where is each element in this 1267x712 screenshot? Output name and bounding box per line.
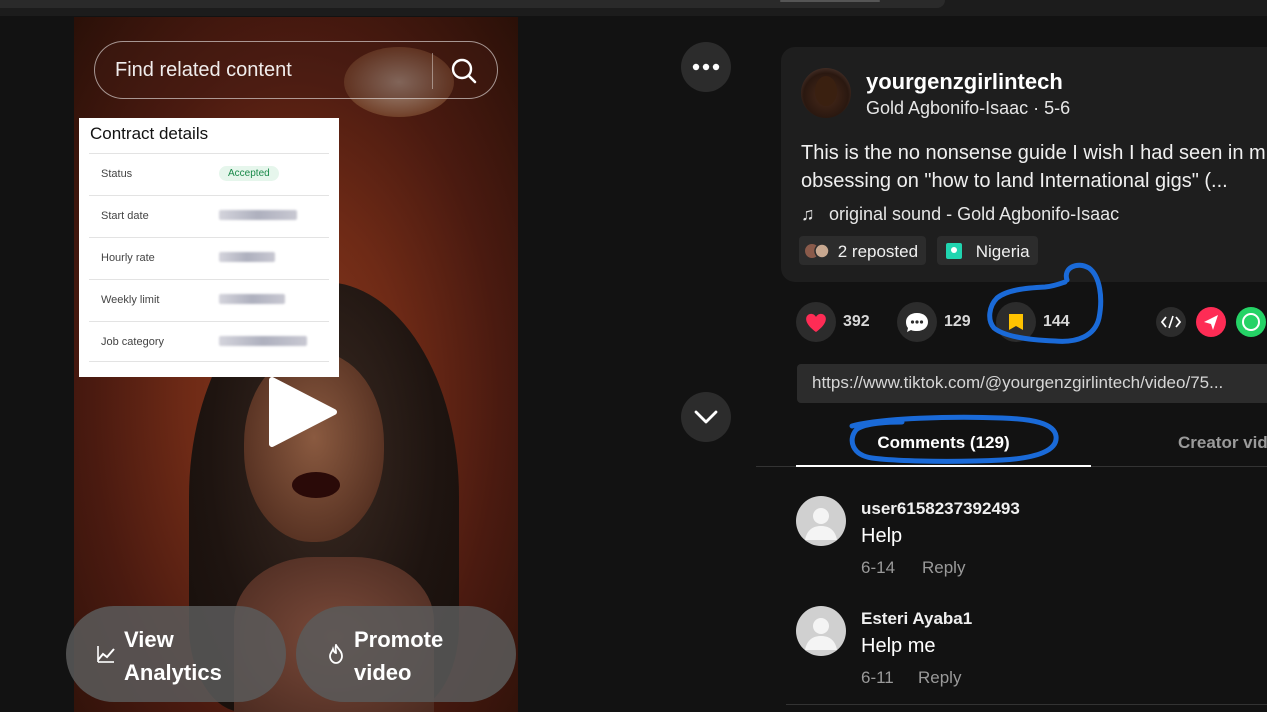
view-analytics-label: View Analytics <box>124 627 222 685</box>
reposter-avatars-icon <box>805 243 830 259</box>
contract-row-label: Weekly limit <box>101 294 160 306</box>
location-pin-icon <box>946 243 962 259</box>
author-username[interactable]: yourgenzgirlintech <box>866 69 1063 95</box>
contract-row-label: Job category <box>101 336 164 348</box>
comment-action[interactable]: 129 <box>897 302 987 342</box>
location-chip[interactable]: Nigeria <box>937 236 1038 265</box>
flame-icon <box>329 644 343 664</box>
share-url-text[interactable]: https://www.tiktok.com/@yourgenzgirlinte… <box>812 373 1223 393</box>
blurred-value <box>219 210 297 220</box>
comment-item: user6158237392493 Help 6-14 Reply <box>796 496 1266 586</box>
commenter-username[interactable]: user6158237392493 <box>861 499 1020 519</box>
like-count: 392 <box>843 313 870 330</box>
contract-row-label: Status <box>101 168 133 180</box>
commenter-avatar[interactable] <box>796 496 846 546</box>
person-mouth <box>292 472 340 498</box>
promote-video-button[interactable]: Promote video <box>296 606 516 702</box>
share-url-field[interactable]: https://www.tiktok.com/@yourgenzgirlinte… <box>797 364 1267 403</box>
commenter-avatar[interactable] <box>796 606 846 656</box>
location-label: Nigeria <box>975 242 1030 261</box>
contract-row-status: Status Accepted <box>89 153 329 194</box>
heart-icon[interactable] <box>796 302 836 342</box>
promote-video-label: Promote video <box>354 627 444 685</box>
tab-creator-videos[interactable]: Creator vid <box>1178 433 1267 453</box>
save-action[interactable]: 144 <box>996 302 1086 342</box>
search-icon[interactable] <box>450 57 478 85</box>
comment-count: 129 <box>944 313 971 330</box>
save-count: 144 <box>1043 313 1070 330</box>
analytics-icon <box>97 646 115 663</box>
tab-comments-label: Comments (129) <box>877 433 1010 452</box>
reposted-chip[interactable]: 2 reposted <box>799 236 927 265</box>
play-icon[interactable] <box>262 374 342 450</box>
search-placeholder[interactable]: Find related content <box>115 59 292 82</box>
contract-details-card: Contract details Status Accepted Start d… <box>79 118 339 377</box>
reposted-label: 2 reposted <box>837 242 919 261</box>
browser-tab-indicator <box>780 0 880 2</box>
whatsapp-icon <box>1242 313 1260 331</box>
contract-row-weekly-limit: Weekly limit <box>89 279 329 320</box>
more-dots-icon <box>692 63 720 71</box>
blurred-value <box>219 252 275 262</box>
comment-date: 6-11 <box>861 668 894 687</box>
author-avatar[interactable] <box>801 68 851 118</box>
reply-button[interactable]: Reply <box>918 668 961 688</box>
find-related-search[interactable]: Find related content <box>94 41 498 99</box>
contract-row-label: Start date <box>101 210 149 222</box>
comment-text: Help <box>861 525 903 547</box>
chevron-down-icon <box>694 410 718 424</box>
search-divider <box>432 53 433 89</box>
comment-text: Help me <box>861 635 936 657</box>
sound-name: original sound - Gold Agbonifo-Isaac <box>829 204 1120 224</box>
contract-row-label: Hourly rate <box>101 252 155 264</box>
contract-card-title: Contract details <box>90 124 209 143</box>
commenter-username[interactable]: Esteri Ayaba1 <box>861 609 972 629</box>
blurred-value <box>219 336 307 346</box>
contract-row-start-date: Start date <box>89 195 329 236</box>
status-badge: Accepted <box>219 166 279 181</box>
next-video-button[interactable] <box>681 392 731 442</box>
embed-button[interactable] <box>1156 307 1186 337</box>
like-action[interactable]: 392 <box>796 302 886 342</box>
author-nickname-date: Gold Agbonifo-Isaac · 5-6 <box>866 98 1071 118</box>
contract-row-job-category: Job category <box>89 321 329 362</box>
comments-tabs: Comments (129) Creator vid <box>756 420 1267 467</box>
comment-bubble-icon[interactable] <box>897 302 937 342</box>
bookmark-icon[interactable] <box>996 302 1036 342</box>
tab-comments[interactable]: Comments (129) <box>796 420 1091 467</box>
reply-button[interactable]: Reply <box>922 558 965 578</box>
whatsapp-share-button[interactable] <box>1236 307 1266 337</box>
browser-top-bar <box>0 0 1267 16</box>
view-analytics-button[interactable]: View Analytics <box>66 606 286 702</box>
send-to-friends-button[interactable] <box>1196 307 1226 337</box>
post-info-card: yourgenzgirlintech Gold Agbonifo-Isaac ·… <box>781 47 1267 282</box>
post-description: This is the no nonsense guide I wish I h… <box>801 142 1266 192</box>
comment-date: 6-14 <box>861 558 896 577</box>
more-options-button[interactable] <box>681 42 731 92</box>
contract-row-hourly-rate: Hourly rate <box>89 237 329 278</box>
blurred-value <box>219 294 285 304</box>
comment-item: Esteri Ayaba1 Help me 6-11 Reply <box>796 606 1266 696</box>
music-note-icon: ♫ <box>801 204 815 224</box>
comment-divider <box>786 704 1267 705</box>
embed-code-icon <box>1160 315 1182 329</box>
sound-link[interactable]: ♫ original sound - Gold Agbonifo-Isaac <box>801 204 1119 225</box>
send-arrow-icon <box>1204 315 1218 330</box>
